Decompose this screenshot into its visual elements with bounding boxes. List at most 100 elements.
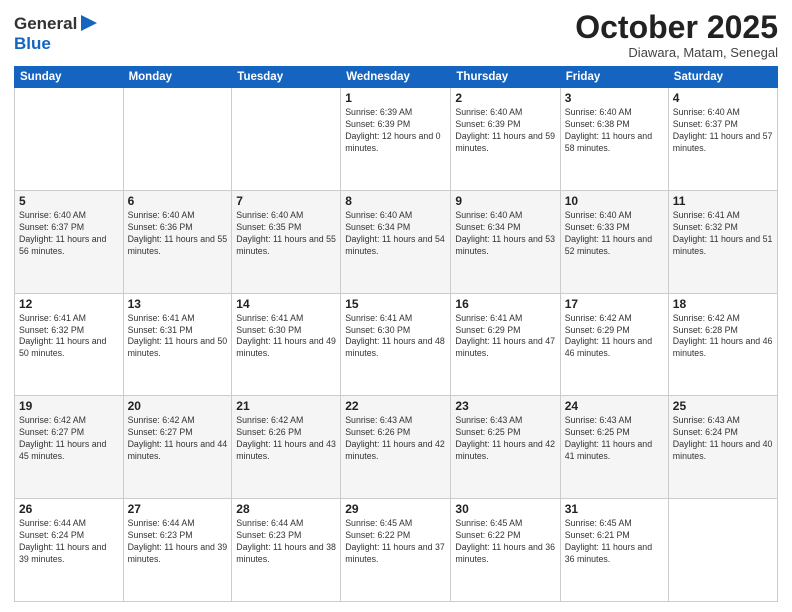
day-number: 17 <box>565 297 664 311</box>
day-number: 24 <box>565 399 664 413</box>
title-block: October 2025 Diawara, Matam, Senegal <box>575 10 778 60</box>
day-number: 4 <box>673 91 773 105</box>
day-info: Sunrise: 6:41 AMSunset: 6:30 PMDaylight:… <box>345 313 446 361</box>
day-info: Sunrise: 6:42 AMSunset: 6:29 PMDaylight:… <box>565 313 664 361</box>
day-number: 12 <box>19 297 119 311</box>
day-info: Sunrise: 6:41 AMSunset: 6:32 PMDaylight:… <box>673 210 773 258</box>
day-number: 8 <box>345 194 446 208</box>
calendar-cell <box>123 88 232 191</box>
logo: General Blue <box>14 14 99 54</box>
calendar-cell: 22 Sunrise: 6:43 AMSunset: 6:26 PMDayligh… <box>341 396 451 499</box>
day-number: 28 <box>236 502 336 516</box>
page: General Blue October 2025 Diawara, Matam… <box>0 0 792 612</box>
day-number: 22 <box>345 399 446 413</box>
day-info: Sunrise: 6:44 AMSunset: 6:23 PMDaylight:… <box>236 518 336 566</box>
day-info: Sunrise: 6:44 AMSunset: 6:24 PMDaylight:… <box>19 518 119 566</box>
day-number: 26 <box>19 502 119 516</box>
day-info: Sunrise: 6:41 AMSunset: 6:30 PMDaylight:… <box>236 313 336 361</box>
calendar-cell: 29 Sunrise: 6:45 AMSunset: 6:22 PMDayligh… <box>341 499 451 602</box>
day-number: 6 <box>128 194 228 208</box>
calendar-cell: 18 Sunrise: 6:42 AMSunset: 6:28 PMDayligh… <box>668 293 777 396</box>
day-number: 23 <box>455 399 555 413</box>
calendar-cell: 8 Sunrise: 6:40 AMSunset: 6:34 PMDaylight… <box>341 190 451 293</box>
weekday-header-saturday: Saturday <box>668 67 777 88</box>
calendar-cell: 13 Sunrise: 6:41 AMSunset: 6:31 PMDayligh… <box>123 293 232 396</box>
calendar-cell: 27 Sunrise: 6:44 AMSunset: 6:23 PMDayligh… <box>123 499 232 602</box>
logo-blue-text: Blue <box>14 34 51 53</box>
calendar-cell: 12 Sunrise: 6:41 AMSunset: 6:32 PMDayligh… <box>15 293 124 396</box>
month-title: October 2025 <box>575 10 778 45</box>
day-info: Sunrise: 6:40 AMSunset: 6:37 PMDaylight:… <box>673 107 773 155</box>
calendar-cell: 3 Sunrise: 6:40 AMSunset: 6:38 PMDaylight… <box>560 88 668 191</box>
day-number: 31 <box>565 502 664 516</box>
calendar-cell: 17 Sunrise: 6:42 AMSunset: 6:29 PMDayligh… <box>560 293 668 396</box>
calendar-cell: 1Sunrise: 6:39 AMSunset: 6:39 PMDaylight… <box>341 88 451 191</box>
day-number: 11 <box>673 194 773 208</box>
day-info: Sunrise: 6:41 AMSunset: 6:29 PMDaylight:… <box>455 313 555 361</box>
logo-icon <box>79 13 99 33</box>
calendar-cell: 20 Sunrise: 6:42 AMSunset: 6:27 PMDayligh… <box>123 396 232 499</box>
day-number: 18 <box>673 297 773 311</box>
day-info: Sunrise: 6:41 AMSunset: 6:32 PMDaylight:… <box>19 313 119 361</box>
calendar-cell: 11 Sunrise: 6:41 AMSunset: 6:32 PMDayligh… <box>668 190 777 293</box>
day-info: Sunrise: 6:43 AMSunset: 6:24 PMDaylight:… <box>673 415 773 463</box>
day-number: 25 <box>673 399 773 413</box>
calendar-cell <box>232 88 341 191</box>
day-info: Sunrise: 6:40 AMSunset: 6:35 PMDaylight:… <box>236 210 336 258</box>
calendar-cell <box>668 499 777 602</box>
calendar-week-5: 26 Sunrise: 6:44 AMSunset: 6:24 PMDayligh… <box>15 499 778 602</box>
day-info: Sunrise: 6:40 AMSunset: 6:34 PMDaylight:… <box>455 210 555 258</box>
day-number: 20 <box>128 399 228 413</box>
day-info: Sunrise: 6:40 AMSunset: 6:34 PMDaylight:… <box>345 210 446 258</box>
calendar-cell: 16 Sunrise: 6:41 AMSunset: 6:29 PMDayligh… <box>451 293 560 396</box>
day-number: 3 <box>565 91 664 105</box>
day-info: Sunrise: 6:44 AMSunset: 6:23 PMDaylight:… <box>128 518 228 566</box>
day-info: Sunrise: 6:42 AMSunset: 6:26 PMDaylight:… <box>236 415 336 463</box>
location-subtitle: Diawara, Matam, Senegal <box>575 45 778 60</box>
day-number: 2 <box>455 91 555 105</box>
weekday-header-sunday: Sunday <box>15 67 124 88</box>
day-info: Sunrise: 6:43 AMSunset: 6:26 PMDaylight:… <box>345 415 446 463</box>
calendar-cell: 5Sunrise: 6:40 AMSunset: 6:37 PMDaylight… <box>15 190 124 293</box>
day-info: Sunrise: 6:40 AMSunset: 6:38 PMDaylight:… <box>565 107 664 155</box>
day-info: Sunrise: 6:40 AMSunset: 6:39 PMDaylight:… <box>455 107 555 155</box>
calendar-week-1: 1Sunrise: 6:39 AMSunset: 6:39 PMDaylight… <box>15 88 778 191</box>
day-info: Sunrise: 6:40 AMSunset: 6:33 PMDaylight:… <box>565 210 664 258</box>
calendar-cell: 2 Sunrise: 6:40 AMSunset: 6:39 PMDaylight… <box>451 88 560 191</box>
day-info: Sunrise: 6:45 AMSunset: 6:21 PMDaylight:… <box>565 518 664 566</box>
day-info: Sunrise: 6:41 AMSunset: 6:31 PMDaylight:… <box>128 313 228 361</box>
weekday-header-friday: Friday <box>560 67 668 88</box>
weekday-header-tuesday: Tuesday <box>232 67 341 88</box>
day-number: 14 <box>236 297 336 311</box>
day-number: 10 <box>565 194 664 208</box>
calendar-week-4: 19Sunrise: 6:42 AMSunset: 6:27 PMDayligh… <box>15 396 778 499</box>
calendar-cell: 14 Sunrise: 6:41 AMSunset: 6:30 PMDayligh… <box>232 293 341 396</box>
calendar-cell: 30Sunrise: 6:45 AMSunset: 6:22 PMDayligh… <box>451 499 560 602</box>
calendar-week-2: 5Sunrise: 6:40 AMSunset: 6:37 PMDaylight… <box>15 190 778 293</box>
calendar-cell: 6 Sunrise: 6:40 AMSunset: 6:36 PMDaylight… <box>123 190 232 293</box>
day-number: 13 <box>128 297 228 311</box>
day-number: 21 <box>236 399 336 413</box>
day-number: 5 <box>19 194 119 208</box>
day-info: Sunrise: 6:45 AMSunset: 6:22 PMDaylight:… <box>345 518 446 566</box>
calendar-cell: 21 Sunrise: 6:42 AMSunset: 6:26 PMDayligh… <box>232 396 341 499</box>
day-info: Sunrise: 6:45 AMSunset: 6:22 PMDaylight:… <box>455 518 555 566</box>
weekday-header-monday: Monday <box>123 67 232 88</box>
day-number: 15 <box>345 297 446 311</box>
day-number: 27 <box>128 502 228 516</box>
day-info: Sunrise: 6:42 AMSunset: 6:28 PMDaylight:… <box>673 313 773 361</box>
calendar-cell: 26 Sunrise: 6:44 AMSunset: 6:24 PMDayligh… <box>15 499 124 602</box>
day-number: 29 <box>345 502 446 516</box>
day-info: Sunrise: 6:43 AMSunset: 6:25 PMDaylight:… <box>455 415 555 463</box>
logo-general-text: General <box>14 14 77 34</box>
weekday-header-wednesday: Wednesday <box>341 67 451 88</box>
calendar-cell: 4 Sunrise: 6:40 AMSunset: 6:37 PMDaylight… <box>668 88 777 191</box>
calendar-cell: 25 Sunrise: 6:43 AMSunset: 6:24 PMDayligh… <box>668 396 777 499</box>
day-info: Sunrise: 6:40 AMSunset: 6:36 PMDaylight:… <box>128 210 228 258</box>
day-number: 1 <box>345 91 446 105</box>
calendar-cell: 31 Sunrise: 6:45 AMSunset: 6:21 PMDayligh… <box>560 499 668 602</box>
calendar-cell: 7Sunrise: 6:40 AMSunset: 6:35 PMDaylight… <box>232 190 341 293</box>
calendar-week-3: 12 Sunrise: 6:41 AMSunset: 6:32 PMDayligh… <box>15 293 778 396</box>
day-number: 16 <box>455 297 555 311</box>
day-info: Sunrise: 6:42 AMSunset: 6:27 PMDaylight:… <box>128 415 228 463</box>
